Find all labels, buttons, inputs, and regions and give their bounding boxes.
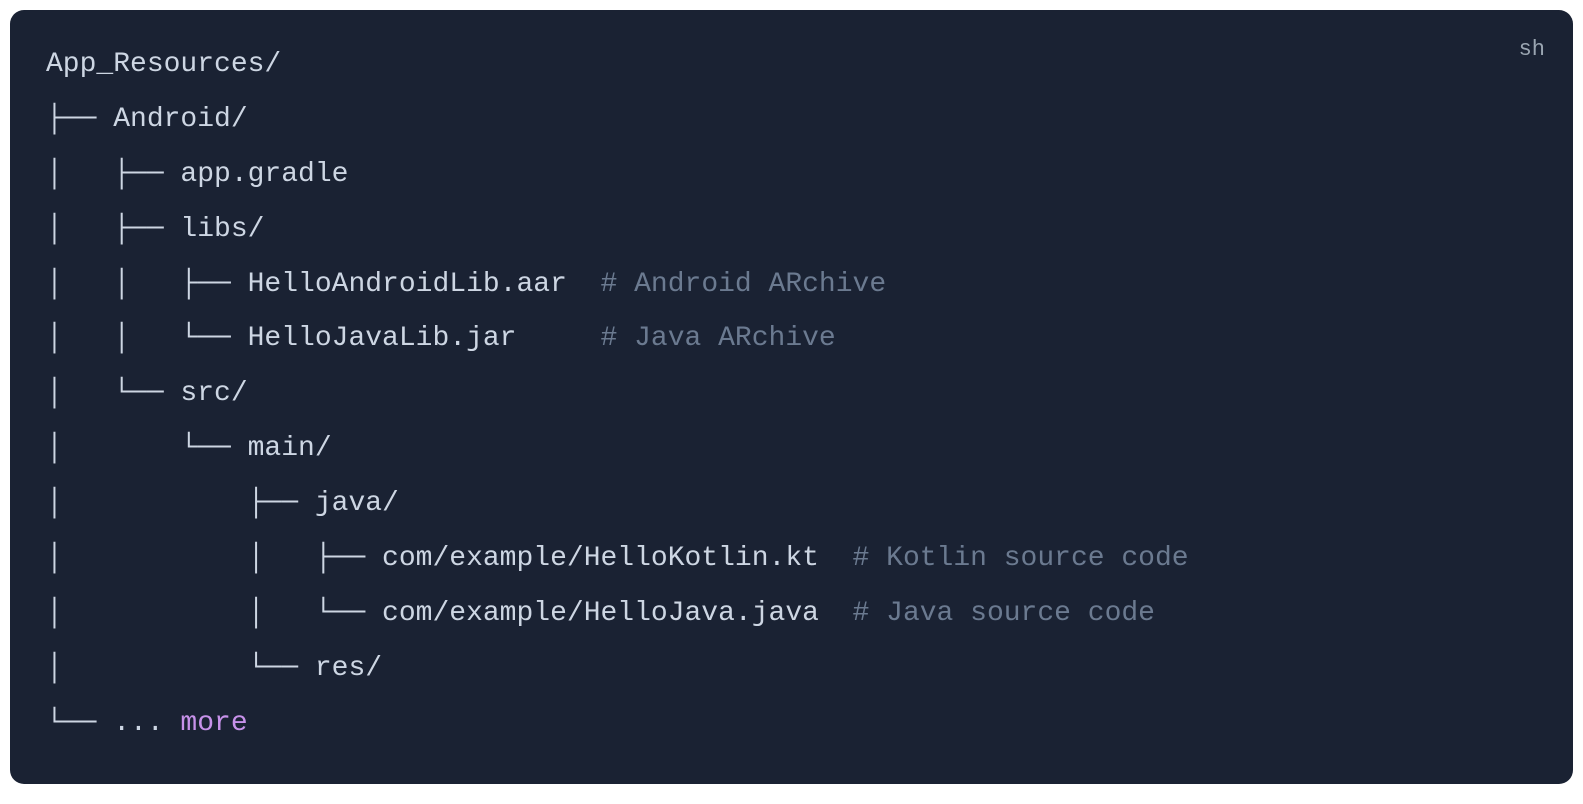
code-text: │ ├── libs/ [46, 214, 264, 245]
code-text: │ └── src/ [46, 378, 248, 409]
language-badge: sh [1519, 28, 1545, 71]
code-text: │ ├── app.gradle [46, 159, 348, 190]
code-text: │ │ ├── HelloAndroidLib.aar [46, 269, 601, 300]
code-text: │ │ ├── com/example/HelloKotlin.kt [46, 543, 853, 574]
code-comment: # Java source code [853, 598, 1155, 629]
code-text: ├── Android/ [46, 104, 248, 135]
code-lines: App_Resources/ ├── Android/ │ ├── app.gr… [46, 49, 1189, 739]
code-comment: # Java ARchive [601, 323, 836, 354]
code-text: │ │ └── com/example/HelloJava.java [46, 598, 853, 629]
code-comment: # Kotlin source code [853, 543, 1189, 574]
code-comment: # Android ARchive [601, 269, 887, 300]
code-link[interactable]: more [180, 708, 247, 739]
code-text: │ └── res/ [46, 653, 382, 684]
code-text: │ └── main/ [46, 433, 332, 464]
code-content: App_Resources/ ├── Android/ │ ├── app.gr… [46, 38, 1537, 751]
code-text: │ │ └── HelloJavaLib.jar [46, 323, 601, 354]
code-text: │ ├── java/ [46, 488, 399, 519]
code-block: sh App_Resources/ ├── Android/ │ ├── app… [10, 10, 1573, 784]
code-text: └── ... [46, 708, 180, 739]
code-text: App_Resources/ [46, 49, 281, 80]
